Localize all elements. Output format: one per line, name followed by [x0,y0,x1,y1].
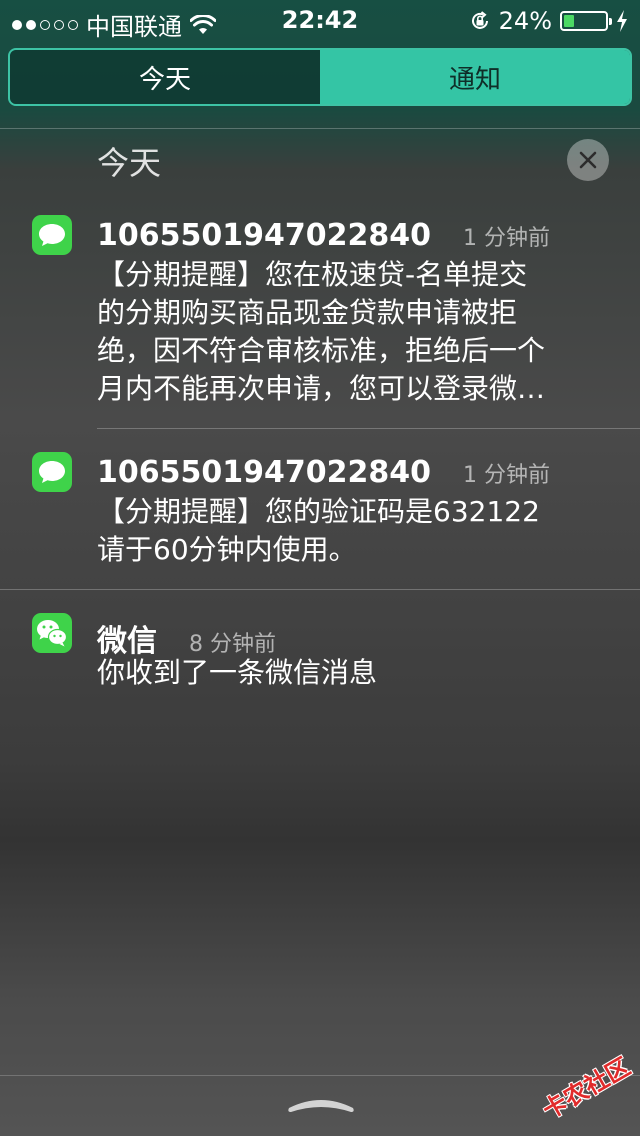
notification-sender: 1065501947022840 [97,218,431,253]
status-right: 24% [469,7,628,35]
notification-time: 1 分钟前 [462,463,550,488]
notification-line: 绝，因不符合审核标准，拒绝后一个 [97,334,546,367]
message-bubble-icon [39,224,65,246]
tab-notifications[interactable]: 通知 [320,50,630,104]
header-divider [0,128,640,129]
rotation-lock-icon [471,11,488,29]
messages-app-icon [32,215,72,255]
notification-header: 1065501947022840 1 分钟前 [97,218,550,253]
notification-body[interactable]: 【分期提醒】您在极速贷-名单提交 的分期购买商品现金贷款申请被拒 绝，因不符合审… [97,256,617,408]
charging-bolt-icon [617,10,627,32]
notification-time: 1 分钟前 [462,226,550,251]
tab-today[interactable]: 今天 [10,50,320,104]
battery-percent: 24% [498,7,552,35]
notification-header: 1065501947022840 1 分钟前 [97,455,550,490]
notification-sender: 1065501947022840 [97,455,431,490]
status-bar: 中国联通 22:42 24% [0,0,640,41]
notification-divider [0,589,640,590]
message-bubble-icon [39,461,65,483]
wechat-app-icon [32,613,72,653]
view-switcher: 今天 通知 [8,48,632,106]
notification-line: 【分期提醒】您的验证码是632122 [97,495,540,528]
notification-line: 【分期提醒】您在极速贷-名单提交 [97,258,528,291]
messages-app-icon [32,452,72,492]
watermark-text: 卡农社区 [537,1052,635,1125]
notification-line: 的分期购买商品现金贷款申请被拒 [97,296,518,329]
close-icon [579,151,597,169]
clear-notifications-button[interactable] [567,139,609,181]
notification-divider [97,428,640,429]
notification-body[interactable]: 你收到了一条微信消息 [97,654,617,692]
notification-line: 请于60分钟内使用。 [97,533,357,566]
wechat-icon [37,620,68,647]
grabber-handle-icon[interactable] [285,1090,357,1114]
battery-tip [609,18,612,25]
watermark-logo: 卡农社区 [524,1030,640,1136]
battery-icon [560,11,612,31]
section-title: 今天 [97,144,162,182]
notification-line: 你收到了一条微信消息 [97,656,378,689]
notification-body[interactable]: 【分期提醒】您的验证码是632122 请于60分钟内使用。 [97,493,617,569]
battery-fill [564,15,574,27]
notification-line: 月内不能再次申请，您可以登录微… [97,372,546,405]
